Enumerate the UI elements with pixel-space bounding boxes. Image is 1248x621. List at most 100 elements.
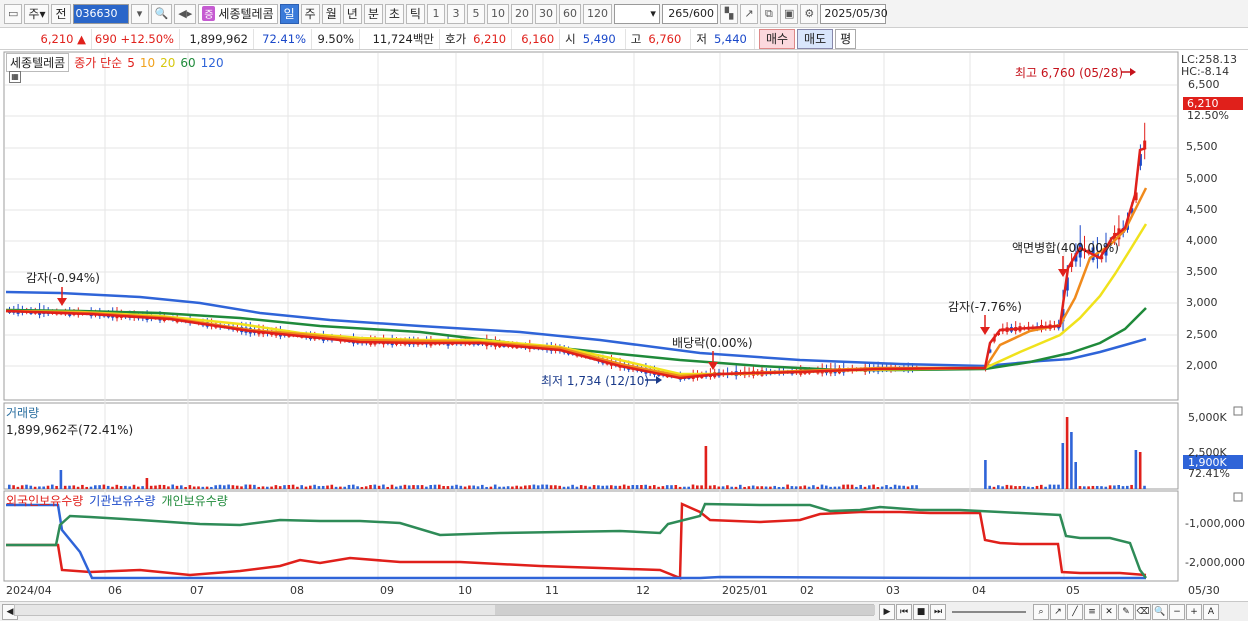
tab-year[interactable]: 년	[342, 3, 362, 24]
tab-second[interactable]: 초	[384, 3, 404, 24]
high-label: 고	[630, 31, 642, 46]
x-label-10: 10	[458, 584, 472, 597]
legend-ma20[interactable]: 20	[160, 56, 175, 70]
volume-bar	[842, 484, 845, 489]
fib-tool-icon[interactable]: ≡	[1084, 603, 1100, 620]
holdings-panel-close-icon[interactable]	[1233, 492, 1243, 502]
brush-tool-icon[interactable]: ✎	[1118, 603, 1134, 620]
tab-minute[interactable]: 분	[363, 3, 383, 24]
volume-bar	[704, 446, 708, 489]
zoom-in-icon[interactable]: +	[1186, 603, 1202, 620]
volume-bar	[119, 486, 123, 489]
legend-individual[interactable]: 개인보유수량	[162, 492, 228, 509]
search-icon[interactable]: 🔍	[150, 3, 173, 24]
legend-ma120[interactable]: 120	[201, 56, 224, 70]
count-input[interactable]: 265/600	[661, 3, 718, 24]
x-label-06: 06	[108, 584, 122, 597]
eval-button[interactable]: 평	[835, 28, 857, 49]
volume-bar	[571, 484, 574, 489]
date-input[interactable]: 2025/05/30	[820, 3, 888, 24]
rewind-icon[interactable]: ⏮	[896, 603, 912, 620]
volume-bar	[334, 486, 338, 489]
volume-bar	[721, 486, 725, 489]
tool-icon[interactable]: ↗	[739, 3, 758, 24]
zoom-out-icon[interactable]: −	[1169, 603, 1185, 620]
interval-5[interactable]: 5	[466, 3, 485, 24]
interval-3[interactable]: 3	[446, 3, 465, 24]
legend-ma5[interactable]: 5	[127, 56, 135, 70]
volume-bar	[106, 485, 110, 489]
x-label-05: 05	[1066, 584, 1080, 597]
compare-icon[interactable]: ▚	[719, 3, 738, 24]
legend-institution[interactable]: 기관보유수량	[89, 492, 155, 509]
interval-10[interactable]: 10	[486, 3, 509, 24]
period-select-value: 주	[28, 7, 40, 21]
erase-tool-icon[interactable]: ⌫	[1135, 603, 1151, 620]
volume-bar	[1048, 484, 1052, 489]
interval-30[interactable]: 30	[534, 3, 557, 24]
auto-icon[interactable]: A	[1203, 603, 1219, 620]
interval-60[interactable]: 60	[558, 3, 581, 24]
tab-week[interactable]: 주	[300, 3, 320, 24]
volume-bar	[1061, 443, 1065, 489]
save-icon[interactable]: ▣	[779, 3, 799, 24]
legend-ma10[interactable]: 10	[140, 56, 155, 70]
code-dropdown-icon[interactable]: ▾	[130, 3, 149, 24]
stock-chart[interactable]: 감자(-0.94%) 감자(-7.76%) 배당락(0.00%) 액면병합(40…	[0, 50, 1248, 602]
volume-bar	[880, 486, 884, 489]
price-panel	[3, 51, 1179, 401]
sell-button[interactable]: 매도	[797, 28, 834, 49]
stop-icon[interactable]: ■	[913, 603, 929, 620]
draw-tool-icon[interactable]: ↗	[1050, 603, 1066, 620]
volume-bar	[747, 486, 751, 489]
volume-bar	[261, 486, 265, 489]
forward-icon[interactable]: ⏭	[930, 603, 946, 620]
table-icon[interactable]: ▦	[9, 71, 21, 83]
volume-bar	[1009, 485, 1013, 489]
volume-bar	[610, 485, 613, 489]
interval-120[interactable]: 120	[582, 3, 612, 24]
legend-stock-name[interactable]: 세종텔레콤	[6, 53, 70, 72]
stock-code-input[interactable]: 036630	[72, 3, 129, 24]
stock-name-box[interactable]: 증 세종텔레콤	[198, 3, 278, 24]
zoom-slider[interactable]	[952, 610, 1026, 613]
stock-name: 세종텔레콤	[218, 7, 274, 21]
scroll-right-icon[interactable]: ▶	[879, 603, 895, 620]
search-zoom-icon[interactable]: 🔍	[1152, 603, 1168, 620]
volume-bar	[352, 484, 355, 489]
volume-bar	[343, 486, 346, 489]
interval-1[interactable]: 1	[426, 3, 445, 24]
volume-bar	[171, 484, 174, 489]
volume-bar	[412, 485, 415, 489]
volume-panel-close-icon[interactable]	[1233, 406, 1243, 416]
volume-bar	[38, 486, 41, 489]
volume-bar	[278, 486, 282, 489]
speaker-icon[interactable]: ◀▸	[174, 3, 197, 24]
line-tool-icon[interactable]: ╱	[1067, 603, 1083, 620]
gear-icon[interactable]: ⚙	[800, 3, 819, 24]
vol-current-pct: 72.41%	[1188, 467, 1230, 480]
buy-button[interactable]: 매수	[758, 28, 796, 49]
volume-bar	[837, 486, 841, 489]
x-label-09: 09	[380, 584, 394, 597]
tab-month[interactable]: 월	[321, 3, 341, 24]
legend-foreign[interactable]: 외국인보유수량	[6, 492, 83, 509]
chart-scrollbar[interactable]	[14, 604, 875, 616]
copy-icon[interactable]: ⧉	[759, 3, 778, 24]
interval-20[interactable]: 20	[510, 3, 533, 24]
volume-bar	[713, 485, 716, 489]
scroll-thumb[interactable]	[495, 605, 875, 615]
legend-ma60[interactable]: 60	[180, 56, 195, 70]
volume-bar	[55, 485, 58, 489]
tab-day[interactable]: 일	[279, 3, 299, 24]
zoom-tool-icon[interactable]: ⌕	[1033, 603, 1049, 620]
period-select[interactable]: 주 ▾	[24, 3, 50, 24]
volume-bar	[661, 486, 665, 489]
tab-tick[interactable]: 틱	[405, 3, 425, 24]
layout-icon[interactable]: ▭	[4, 3, 23, 24]
custom-interval-input[interactable]: ▾	[613, 3, 660, 24]
volume-bar	[287, 484, 291, 489]
volume-bar	[425, 486, 428, 489]
prev-button[interactable]: 전	[51, 3, 71, 24]
cross-tool-icon[interactable]: ✕	[1101, 603, 1117, 620]
